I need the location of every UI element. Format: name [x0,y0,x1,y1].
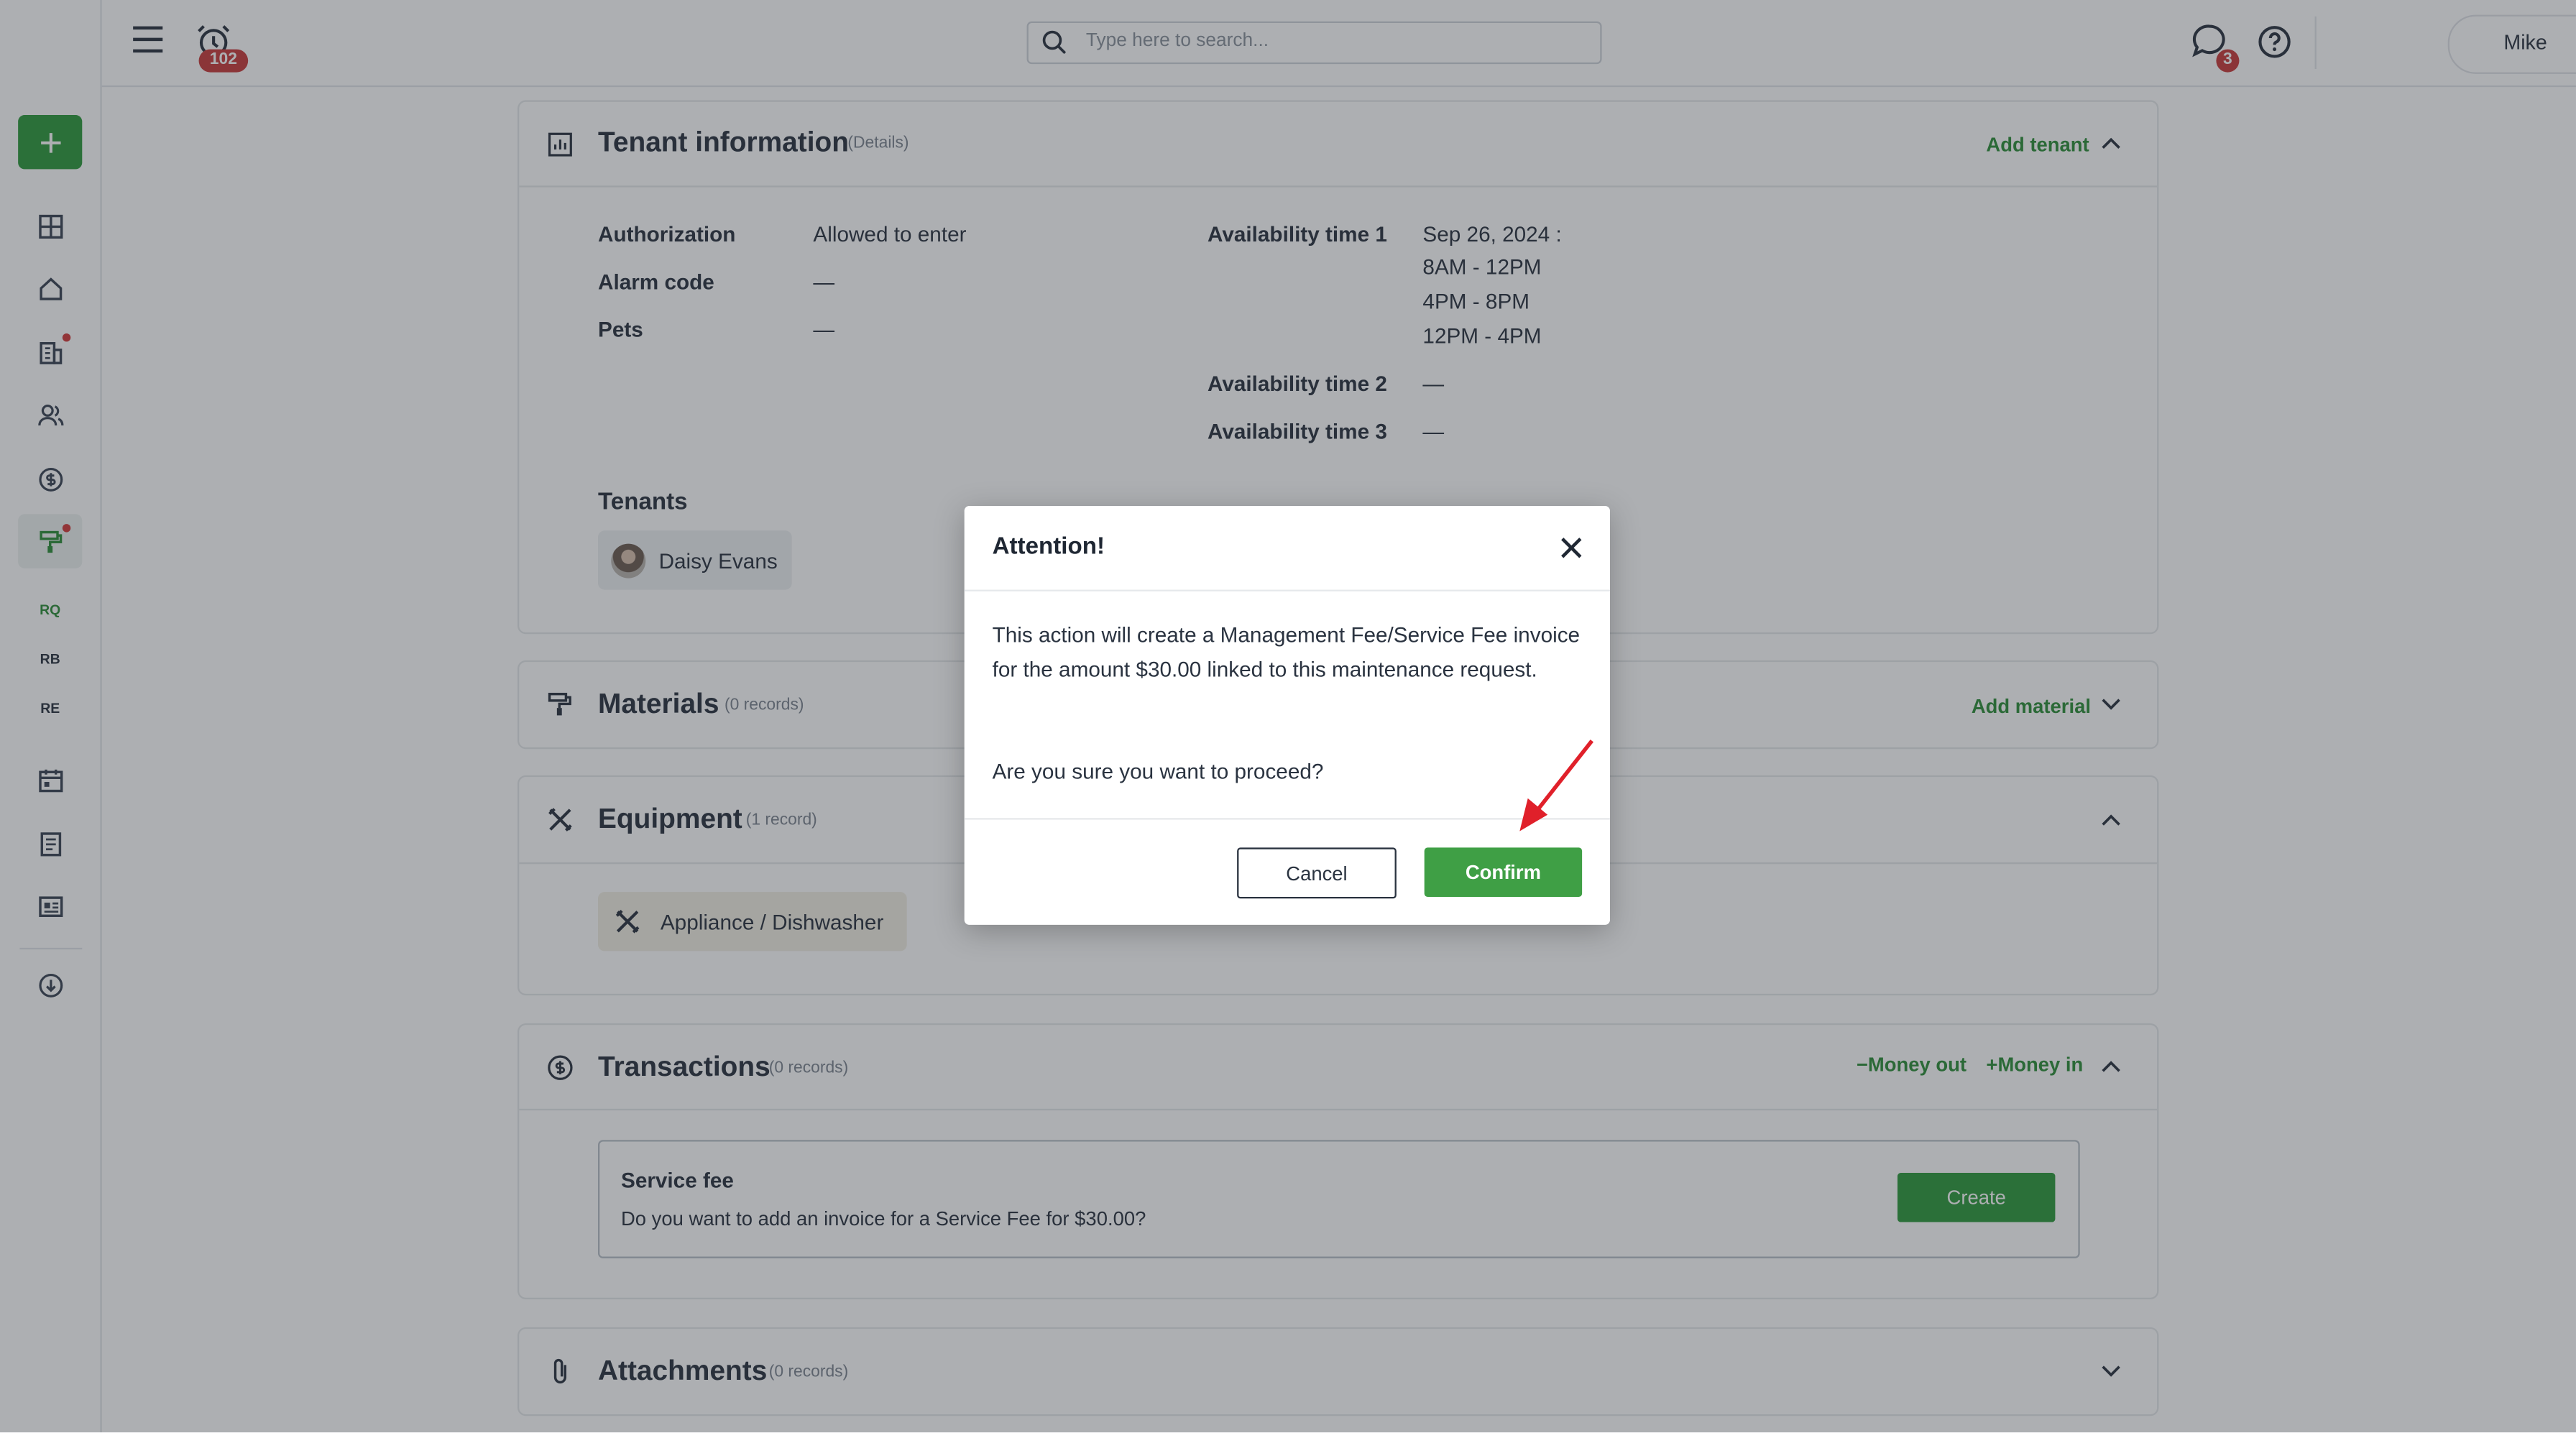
dialog-question: Are you sure you want to proceed? [992,758,1324,784]
confirmation-dialog: Attention! This action will create a Man… [964,505,1610,925]
confirm-button[interactable]: Confirm [1424,847,1583,897]
dialog-message: This action will create a Management Fee… [992,622,1581,681]
cancel-button[interactable]: Cancel [1237,847,1397,899]
close-icon[interactable] [1560,537,1582,558]
dialog-divider [964,589,1610,591]
dialog-title: Attention! [992,533,1105,561]
annotation-arrow-icon [1519,739,1593,831]
